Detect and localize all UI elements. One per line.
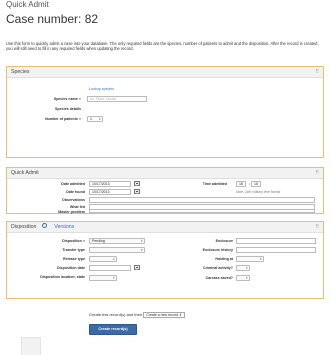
calendar-icon[interactable] [134,189,140,194]
enclosure-label: Enclosure [215,239,233,243]
species-panel: Species ⠿ Lookup species Species name ● … [6,66,324,158]
time-minute-input[interactable]: 15 [251,181,261,187]
date-found-label: Date found [66,190,85,194]
case-heading: Case number: 82 [6,12,99,26]
enclosure-input[interactable] [236,238,316,244]
clock-icon [41,223,47,229]
disposition-location-select[interactable]: ⇕ [89,275,117,281]
disposition-select[interactable]: Pending ⇕ [89,238,145,244]
create-prefix: Create this record(s) and then [89,312,143,318]
page-title: Quick Admit [6,0,49,9]
disposition-panel: Disposition Versions ⠿ Disposition ● Pen… [6,221,324,299]
quickadmit-panel-title: Quick Admit [11,170,39,176]
release-type-select[interactable]: ⇕ [89,256,117,262]
grip-icon[interactable]: ⠿ [315,67,319,78]
species-name-label: Species name ● [53,97,81,101]
versions-link[interactable]: Versions [54,224,74,230]
num-patients-label: Number of patients ● [45,117,81,121]
master-problem-input[interactable] [89,209,315,213]
quickadmit-panel: Quick Admit ⠿ Date admitted 10/17/2013 T… [6,167,324,214]
time-format-note: Note: 24hr military time format [236,190,281,194]
enclosure-history-input[interactable] [236,247,316,253]
time-colon: : [248,182,250,186]
disposition-panel-title: Disposition [11,224,37,230]
time-hour-input[interactable]: 18 [236,181,246,187]
species-panel-header: Species ⠿ [7,67,323,78]
transfer-type-label: Transfer type [62,248,85,252]
transfer-type-select[interactable]: ⇕ [89,247,145,253]
release-type-label: Release type [63,257,85,261]
criminal-activity-label: Criminal activity? [203,266,233,270]
lookup-species-link[interactable]: Lookup species [89,87,114,91]
carcass-saved-select[interactable]: ⇕ [236,275,250,281]
grip-icon[interactable]: ⠿ [315,168,319,179]
calendar-icon[interactable] [134,181,140,186]
date-admitted-label: Date admitted [61,182,85,186]
observations-label: Observations [62,198,85,202]
disposition-location-label: Disposition location, state [40,275,85,279]
quickadmit-panel-header: Quick Admit ⠿ [7,168,323,179]
create-line: Create this record(s) and then Create a … [89,312,185,318]
master-problem-label: Master problem [58,210,85,214]
time-admitted-label: Time admitted [202,182,227,186]
after-create-select[interactable]: Create a new record ⇕ [143,312,185,318]
intro-text: Use this form to quickly admit a case in… [6,41,319,51]
disposition-panel-header: Disposition Versions ⠿ [7,222,323,233]
calendar-icon[interactable] [134,265,140,270]
disposition-date-label: Disposition date [57,266,85,270]
criminal-activity-select[interactable]: ⇕ [236,265,250,271]
num-patients-select[interactable]: 1 ⇕ [87,116,103,122]
species-name-input[interactable]: ex. Finch, House [87,96,147,102]
grip-icon[interactable]: ⠿ [315,222,319,233]
carcass-saved-label: Carcass saved? [205,276,233,280]
disposition-label: Disposition ● [62,239,85,243]
holding-at-label: Holding at [215,257,233,261]
holding-at-select[interactable]: ⇕ [236,256,264,262]
enclosure-history-label: Enclosure history [202,248,233,252]
date-admitted-input[interactable]: 10/17/2013 [89,181,131,187]
disposition-date-input[interactable] [89,265,131,271]
create-records-button[interactable]: Create record(s) [89,324,137,335]
species-details-label: Species details [55,107,81,111]
species-panel-title: Species [11,69,30,75]
date-found-input[interactable]: 10/17/2013 [89,189,131,195]
what-fed-label: What fed [69,205,85,209]
bottom-tab[interactable] [21,337,41,355]
observations-input[interactable] [89,197,315,203]
